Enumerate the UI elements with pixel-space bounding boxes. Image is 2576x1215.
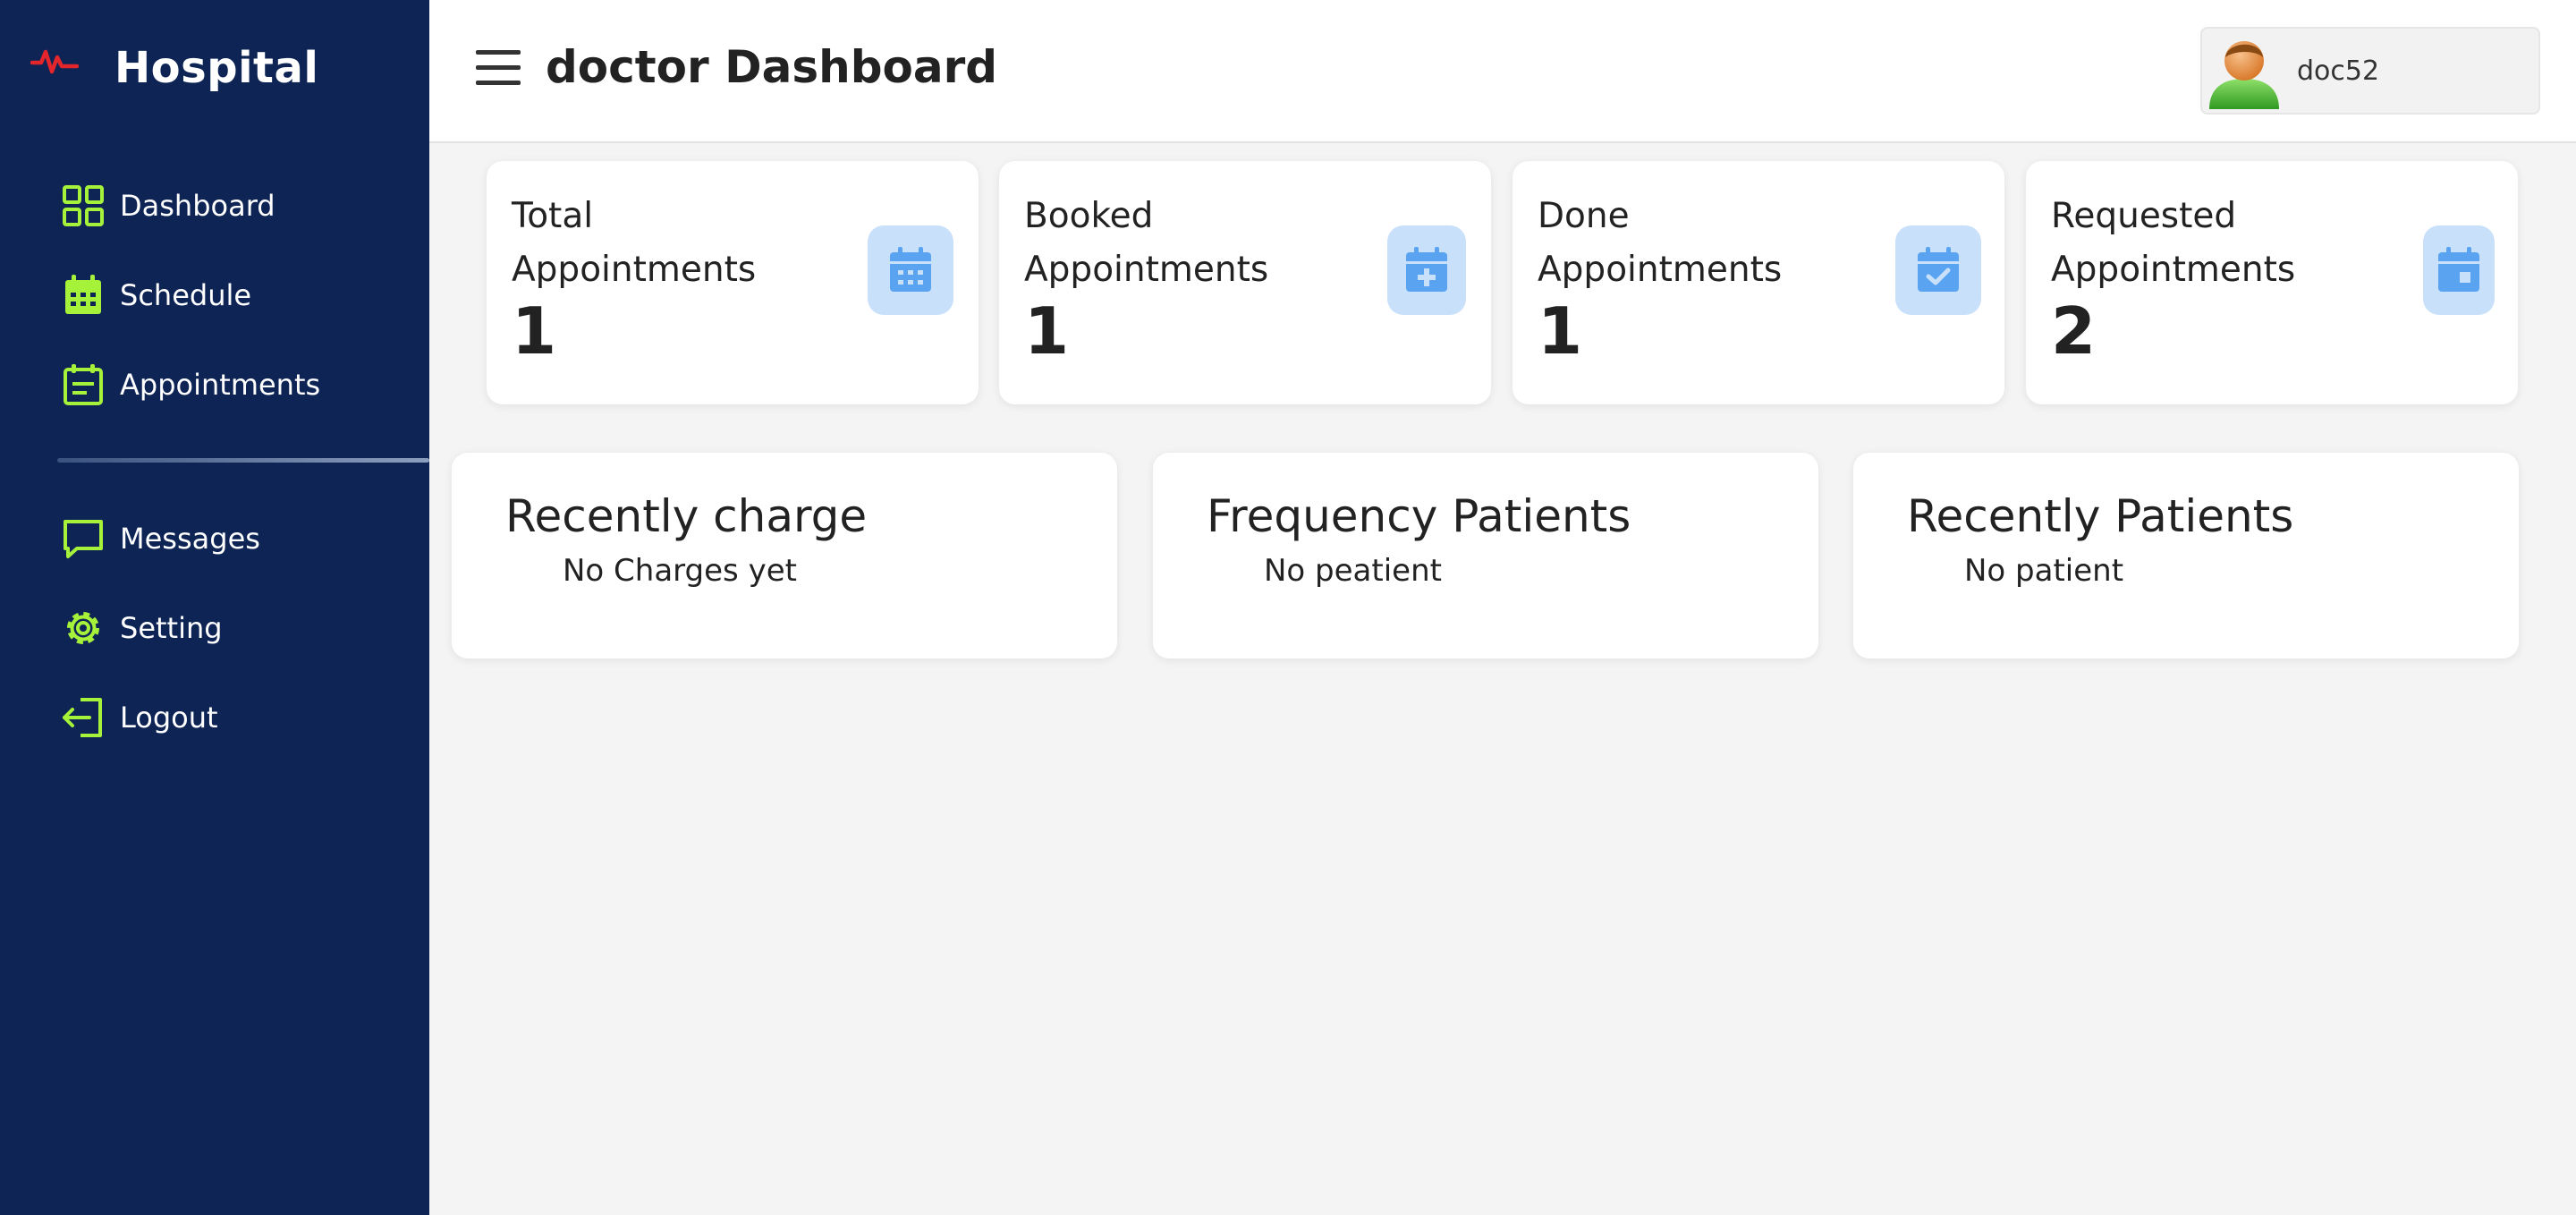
sidebar-item-label: Appointments [120, 368, 321, 402]
stat-card-booked: Booked Appointments 1 [999, 161, 1491, 404]
stat-card-done: Done Appointments 1 [1513, 161, 2004, 404]
gear-icon [67, 612, 99, 644]
sidebar-item-label: Messages [120, 522, 260, 556]
panel-title: Frequency Patients [1207, 490, 1631, 542]
stat-title: Requested Appointments [2051, 196, 2296, 290]
calendar-icon [65, 275, 101, 314]
panel-frequency-patients: Frequency Patients No peatient [1153, 453, 1818, 658]
appointment-list-icon [64, 364, 103, 405]
sidebar-divider [57, 458, 429, 463]
empty-state-text: No Charges yet [563, 553, 797, 589]
stat-value: 2 [2051, 293, 2097, 369]
sidebar-item-label: Dashboard [120, 189, 275, 223]
message-icon [64, 520, 103, 558]
page-title: doctor Dashboard [546, 41, 998, 93]
calendar-day-icon [2423, 225, 2495, 315]
panel-title: Recently Patients [1907, 490, 2294, 542]
username: doc52 [2297, 55, 2380, 87]
stat-value: 1 [1538, 293, 1583, 369]
sidebar-item-dashboard[interactable]: Dashboard [61, 181, 275, 231]
panel-title: Recently charge [505, 490, 868, 542]
calendar-plus-icon [1387, 225, 1466, 315]
sidebar-item-label: Setting [120, 611, 223, 645]
stat-title: Done Appointments [1538, 196, 1783, 290]
top-header: doctor Dashboard doc52 [429, 0, 2576, 143]
stat-card-total: Total Appointments 1 [487, 161, 979, 404]
brand-name: Hospital [114, 43, 319, 93]
stat-value: 1 [512, 293, 557, 369]
stat-card-requested: Requested Appointments 2 [2026, 161, 2518, 404]
brand[interactable]: Hospital [30, 39, 318, 93]
empty-state-text: No peatient [1264, 553, 1442, 589]
heartbeat-icon [30, 49, 79, 74]
calendar-check-icon [1895, 225, 1981, 315]
sidebar-item-label: Logout [120, 701, 218, 735]
sidebar-item-messages[interactable]: Messages [61, 514, 260, 564]
empty-state-text: No patient [1964, 553, 2124, 589]
sidebar-item-appointments[interactable]: Appointments [61, 360, 320, 410]
user-profile-button[interactable]: doc52 [2200, 27, 2540, 115]
user-avatar-icon [2209, 41, 2279, 109]
panel-recent-patients: Recently Patients No patient [1853, 453, 2519, 658]
stat-value: 1 [1024, 293, 1070, 369]
hamburger-menu-icon[interactable] [476, 50, 521, 89]
panel-recent-charges: Recently charge No Charges yet [452, 453, 1117, 658]
stat-title: Total Appointments [512, 196, 757, 290]
sidebar-item-setting[interactable]: Setting [61, 603, 223, 653]
sidebar: Hospital Dashboard Schedule Appointments… [0, 0, 429, 1215]
stat-title: Booked Appointments [1024, 196, 1269, 290]
dashboard-grid-icon [63, 185, 104, 226]
sidebar-item-schedule[interactable]: Schedule [61, 270, 251, 320]
calendar-grid-icon [868, 225, 953, 315]
sidebar-item-label: Schedule [120, 278, 252, 312]
sidebar-item-logout[interactable]: Logout [61, 692, 218, 743]
logout-icon [63, 698, 102, 737]
